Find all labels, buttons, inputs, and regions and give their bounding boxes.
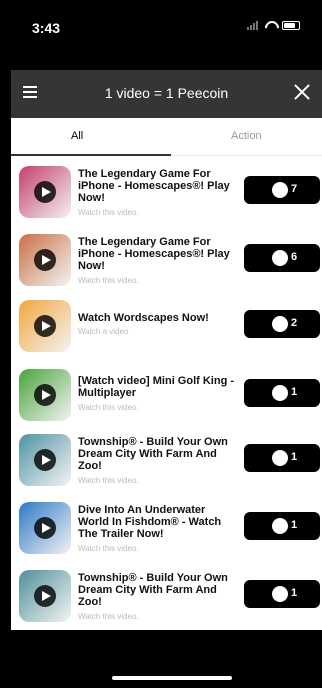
list-item[interactable]: Township® - Build Your Own Dream City Wi…: [11, 426, 322, 486]
status-bar: 3:43: [0, 0, 322, 70]
item-subtitle: Watch this video.: [78, 544, 139, 553]
signal-icon: [247, 20, 258, 30]
item-title: The Legendary Game For iPhone - Homescap…: [78, 168, 230, 204]
play-icon: [34, 585, 56, 607]
battery-icon: [282, 20, 300, 30]
list-item[interactable]: The Legendary Game For iPhone - Homescap…: [11, 158, 322, 218]
reward-button[interactable]: 1: [244, 379, 320, 407]
content: All Action The Legendary Game For iPhone…: [11, 118, 322, 630]
item-title: The Legendary Game For iPhone - Homescap…: [78, 236, 230, 272]
reward-button[interactable]: 2: [244, 310, 320, 338]
wifi-icon: [264, 20, 276, 30]
play-icon: [34, 449, 56, 471]
list-item[interactable]: Township® - Build Your Own Dream City Wi…: [11, 562, 322, 622]
reward-button[interactable]: 1: [244, 580, 320, 608]
item-title: Township® - Build Your Own Dream City Wi…: [78, 572, 228, 608]
coin-icon: [272, 586, 288, 602]
item-subtitle: Watch this video.: [78, 476, 139, 485]
reward-count: 1: [291, 451, 298, 463]
list-item[interactable]: Dive Into An Underwater World In Fishdom…: [11, 494, 322, 554]
coin-icon: [272, 450, 288, 466]
list-item[interactable]: Watch Wordscapes Now! Watch a video 2: [11, 292, 322, 352]
status-time: 3:43: [32, 20, 61, 36]
item-subtitle: Watch this video.: [78, 208, 139, 217]
app-thumbnail: [19, 369, 71, 421]
coin-icon: [272, 385, 288, 401]
reward-count: 1: [291, 587, 298, 599]
reward-count: 7: [291, 183, 298, 195]
play-icon: [34, 249, 56, 271]
tab-all[interactable]: All: [71, 130, 83, 142]
nav-bar: 1 video = 1 Peecoin: [11, 70, 322, 118]
app-thumbnail: [19, 300, 71, 352]
item-title: Township® - Build Your Own Dream City Wi…: [78, 436, 228, 472]
close-icon[interactable]: [292, 82, 312, 102]
item-subtitle: Watch this video.: [78, 612, 139, 621]
play-icon: [34, 517, 56, 539]
app-thumbnail: [19, 166, 71, 218]
list-item[interactable]: The Legendary Game For iPhone - Homescap…: [11, 226, 322, 286]
reward-button[interactable]: 1: [244, 444, 320, 472]
play-icon: [34, 181, 56, 203]
item-subtitle: Watch this video.: [78, 403, 139, 412]
item-title: Dive Into An Underwater World In Fishdom…: [78, 504, 222, 540]
reward-count: 2: [291, 317, 298, 329]
app-thumbnail: [19, 502, 71, 554]
status-icons: [247, 20, 300, 30]
tab-action[interactable]: Action: [231, 130, 262, 142]
nav-title: 1 video = 1 Peecoin: [104, 85, 229, 101]
coin-icon: [272, 518, 288, 534]
coin-icon: [272, 182, 288, 198]
coin-icon: [272, 250, 288, 266]
play-icon: [34, 384, 56, 406]
reward-count: 1: [291, 519, 298, 531]
reward-button[interactable]: 6: [244, 244, 320, 272]
reward-button[interactable]: 7: [244, 176, 320, 204]
app-thumbnail: [19, 570, 71, 622]
item-subtitle: Watch a video: [78, 327, 129, 336]
reward-count: 1: [291, 386, 298, 398]
play-icon: [34, 315, 56, 337]
item-subtitle: Watch this video.: [78, 276, 139, 285]
reward-count: 6: [291, 251, 298, 263]
tabs: All Action: [11, 118, 322, 156]
home-indicator: [112, 676, 232, 680]
app-thumbnail: [19, 434, 71, 486]
item-title: [Watch video] Mini Golf King - Multiplay…: [78, 375, 235, 399]
list-item[interactable]: [Watch video] Mini Golf King - Multiplay…: [11, 361, 322, 421]
reward-button[interactable]: 1: [244, 512, 320, 540]
app-thumbnail: [19, 234, 71, 286]
coin-icon: [272, 316, 288, 332]
tab-indicator: [11, 154, 171, 156]
item-title: Watch Wordscapes Now!: [78, 312, 209, 324]
